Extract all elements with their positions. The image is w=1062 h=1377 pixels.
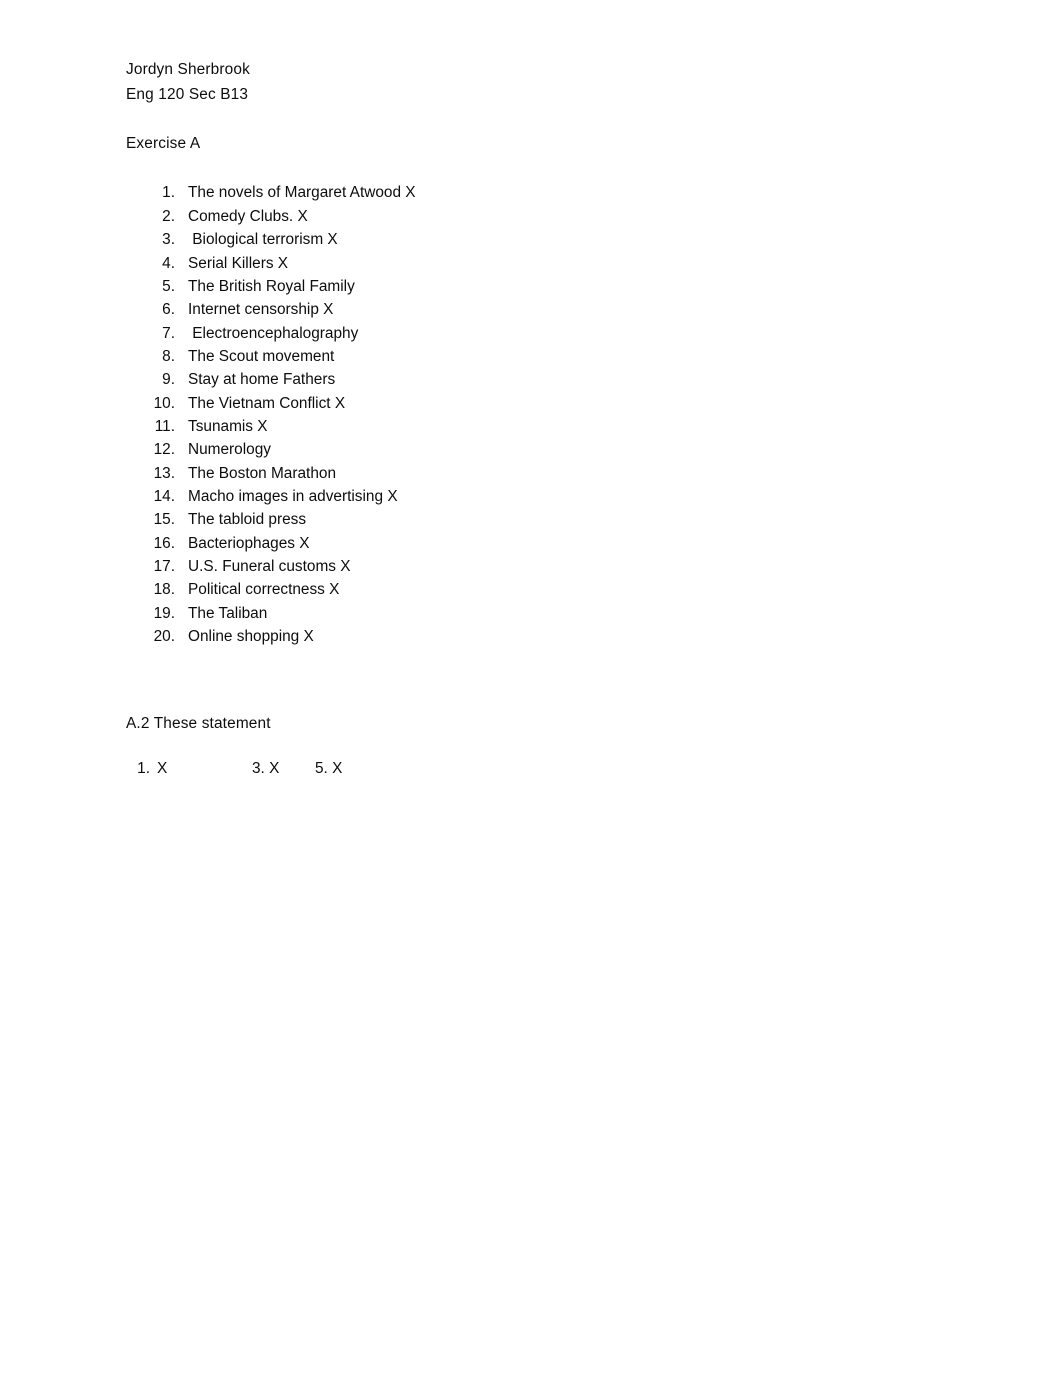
- list-item-number: 4.: [162, 254, 175, 272]
- answer-item-1: X: [157, 760, 168, 778]
- list-item-text: The novels of Margaret Atwood X: [188, 184, 416, 202]
- list-item-text: Political correctness X: [188, 581, 340, 599]
- list-item-text: The Vietnam Conflict X: [188, 394, 346, 412]
- list-item-number: 11.: [154, 417, 175, 435]
- list-item-text: Tsunamis X: [188, 417, 268, 435]
- exercise-a2-title: A.2 These statement: [126, 715, 271, 733]
- list-item: 17. U.S. Funeral customs X: [126, 555, 946, 578]
- answer-item-number: 1.: [137, 760, 150, 778]
- list-item-text: Numerology: [188, 441, 271, 459]
- list-item: 7. Electroencephalography: [126, 322, 946, 345]
- list-item-number: 10.: [153, 394, 175, 412]
- document-page: Jordyn Sherbrook Eng 120 Sec B13 Exercis…: [0, 0, 1062, 1377]
- list-item: 6. Internet censorship X: [126, 298, 946, 321]
- list-item: 19. The Taliban: [126, 602, 946, 625]
- list-item-number: 2.: [162, 207, 175, 225]
- list-item-number: 18.: [153, 581, 175, 599]
- list-item-number: 19.: [153, 604, 175, 622]
- list-item-text: The Taliban: [188, 604, 268, 622]
- list-item: 10. The Vietnam Conflict X: [126, 392, 946, 415]
- exercise-a-title: Exercise A: [126, 135, 201, 153]
- list-item: 4. Serial Killers X: [126, 252, 946, 275]
- list-item-text: Electroencephalography: [188, 324, 359, 342]
- list-item-number: 17.: [153, 557, 175, 575]
- course-line: Eng 120 Sec B13: [126, 85, 249, 103]
- list-item: 9. Stay at home Fathers: [126, 368, 946, 391]
- list-item-number: 3.: [162, 231, 175, 249]
- list-item-number: 9.: [162, 371, 175, 389]
- list-item: 18. Political correctness X: [126, 578, 946, 601]
- list-item: 5. The British Royal Family: [126, 275, 946, 298]
- blank-lines: [126, 648, 946, 712]
- list-item-text: Online shopping X: [188, 628, 314, 646]
- answer-item-3: 3. X: [252, 760, 280, 778]
- list-item-text: U.S. Funeral customs X: [188, 557, 351, 575]
- list-item: 11. Tsunamis X: [126, 415, 946, 438]
- author-name: Jordyn Sherbrook: [126, 61, 250, 78]
- list-item: 2. Comedy Clubs. X: [126, 205, 946, 228]
- list-item-number: 6.: [162, 301, 175, 319]
- list-item-text: Bacteriophages X: [188, 534, 310, 552]
- list-item-number: 8.: [162, 347, 175, 365]
- list-item: 14. Macho images in advertising X: [126, 485, 946, 508]
- list-item-text: Stay at home Fathers: [188, 371, 336, 389]
- list-item-text: Internet censorship X: [188, 301, 334, 319]
- list-item-number: 13.: [153, 464, 175, 482]
- list-item-number: 5.: [162, 277, 175, 295]
- list-item-text: Serial Killers X: [188, 254, 289, 272]
- list-item-number: 14.: [153, 487, 175, 505]
- list-item: 20. Online shopping X: [126, 625, 946, 648]
- list-item-number: 1.: [162, 184, 175, 202]
- list-item-number: 16.: [153, 534, 175, 552]
- list-item-text: The British Royal Family: [188, 277, 355, 295]
- list-item: 1. The novels of Margaret Atwood X: [126, 181, 946, 204]
- list-item-number: 12.: [153, 441, 175, 459]
- document-body: Jordyn Sherbrook Eng 120 Sec B13 Exercis…: [126, 58, 946, 781]
- list-item-text: The Scout movement: [188, 347, 335, 365]
- list-item-number: 7.: [162, 324, 175, 342]
- list-item-number: 20.: [153, 628, 175, 646]
- list-item-text: The tabloid press: [188, 511, 307, 529]
- list-item-text: Biological terrorism X: [188, 231, 338, 249]
- exercise-a2-answer-row: 1. X 3. X 5. X: [126, 757, 946, 781]
- list-item: 16. Bacteriophages X: [126, 532, 946, 555]
- list-item-text: The Boston Marathon: [188, 464, 337, 482]
- list-item: 13. The Boston Marathon: [126, 462, 946, 485]
- answer-item-5: 5. X: [315, 760, 343, 778]
- list-item-text: Comedy Clubs. X: [188, 207, 308, 225]
- list-item-text: Macho images in advertising X: [188, 487, 398, 505]
- exercise-a-list: 1. The novels of Margaret Atwood X 2. Comed…: [126, 181, 946, 648]
- list-item-number: 15.: [153, 511, 175, 529]
- list-item: 3. Biological terrorism X: [126, 228, 946, 251]
- list-item: 12. Numerology: [126, 438, 946, 461]
- list-item: 15. The tabloid press: [126, 508, 946, 531]
- list-item: 8. The Scout movement: [126, 345, 946, 368]
